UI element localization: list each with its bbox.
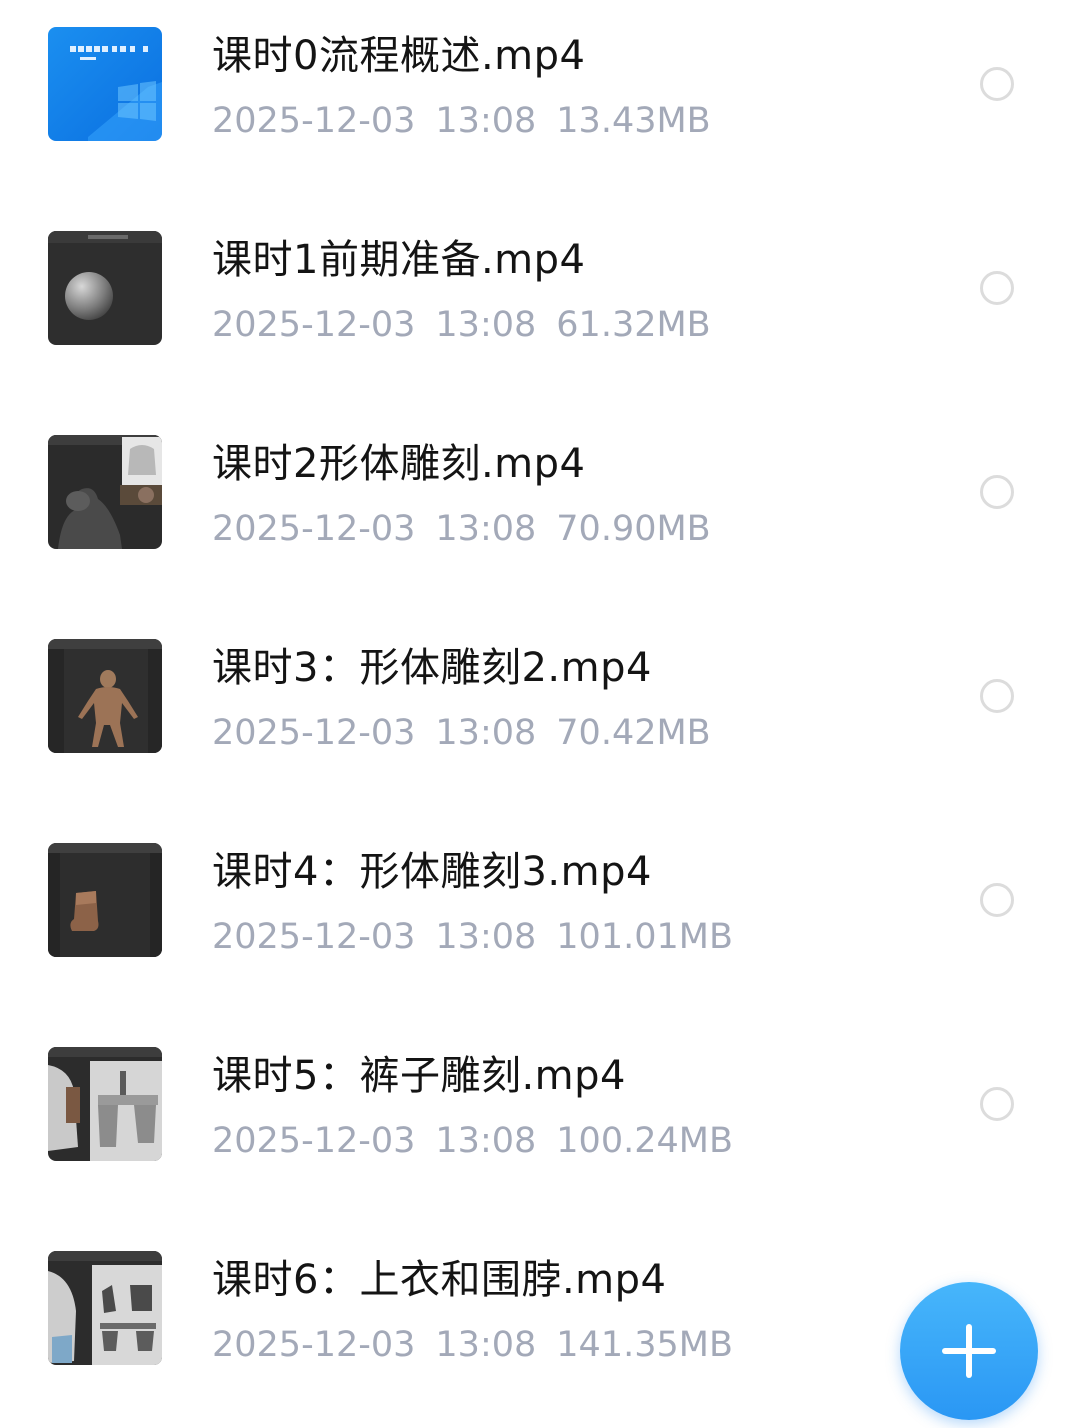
file-time: 13:08	[435, 1325, 537, 1365]
select-radio[interactable]	[980, 679, 1014, 713]
file-row[interactable]: 课时4：形体雕刻3.mp4 2025-12-03 13:08 101.01MB	[0, 816, 1077, 1020]
file-meta: 2025-12-03 13:08 100.24MB	[212, 1118, 753, 1164]
file-date: 2025-12-03	[212, 305, 416, 345]
file-meta: 2025-12-03 13:08 13.43MB	[212, 98, 731, 144]
video-thumbnail	[48, 1047, 162, 1161]
file-meta: 2025-12-03 13:08 70.90MB	[212, 506, 731, 552]
video-thumbnail	[48, 1251, 162, 1365]
file-meta: 2025-12-03 13:08 61.32MB	[212, 302, 731, 348]
file-date: 2025-12-03	[212, 1121, 416, 1161]
video-thumbnail	[48, 231, 162, 345]
file-name: 课时6：上衣和围脖.mp4	[212, 1257, 667, 1303]
file-date: 2025-12-03	[212, 101, 416, 141]
add-button[interactable]	[900, 1282, 1038, 1420]
select-radio[interactable]	[980, 1087, 1014, 1121]
file-row[interactable]: 课时1前期准备.mp4 2025-12-03 13:08 61.32MB	[0, 204, 1077, 408]
select-radio[interactable]	[980, 67, 1014, 101]
video-thumbnail	[48, 27, 162, 141]
file-list: 课时0流程概述.mp4 2025-12-03 13:08 13.43MB 课时1…	[0, 0, 1077, 1384]
file-time: 13:08	[435, 713, 537, 753]
file-size: 70.42MB	[556, 713, 711, 753]
video-thumbnail	[48, 435, 162, 549]
file-size: 101.01MB	[556, 917, 733, 957]
file-name: 课时2形体雕刻.mp4	[212, 441, 586, 487]
select-radio[interactable]	[980, 271, 1014, 305]
select-radio[interactable]	[980, 883, 1014, 917]
file-time: 13:08	[435, 1121, 537, 1161]
select-radio[interactable]	[980, 475, 1014, 509]
file-size: 61.32MB	[556, 305, 711, 345]
plus-icon	[942, 1324, 996, 1378]
file-name: 课时5：裤子雕刻.mp4	[212, 1053, 626, 1099]
file-name: 课时0流程概述.mp4	[212, 33, 586, 79]
file-row[interactable]: 课时3：形体雕刻2.mp4 2025-12-03 13:08 70.42MB	[0, 612, 1077, 816]
video-thumbnail	[48, 843, 162, 957]
file-size: 70.90MB	[556, 509, 711, 549]
file-time: 13:08	[435, 101, 537, 141]
file-size: 13.43MB	[556, 101, 711, 141]
file-size: 141.35MB	[556, 1325, 733, 1365]
file-name: 课时3：形体雕刻2.mp4	[212, 645, 652, 691]
file-size: 100.24MB	[556, 1121, 733, 1161]
file-time: 13:08	[435, 509, 537, 549]
file-name: 课时4：形体雕刻3.mp4	[212, 849, 652, 895]
file-meta: 2025-12-03 13:08 101.01MB	[212, 914, 753, 960]
file-meta: 2025-12-03 13:08 141.35MB	[212, 1322, 753, 1368]
file-date: 2025-12-03	[212, 713, 416, 753]
file-row[interactable]: 课时0流程概述.mp4 2025-12-03 13:08 13.43MB	[0, 0, 1077, 204]
file-name: 课时1前期准备.mp4	[212, 237, 586, 283]
file-row[interactable]: 课时2形体雕刻.mp4 2025-12-03 13:08 70.90MB	[0, 408, 1077, 612]
file-date: 2025-12-03	[212, 509, 416, 549]
file-date: 2025-12-03	[212, 917, 416, 957]
file-time: 13:08	[435, 305, 537, 345]
file-time: 13:08	[435, 917, 537, 957]
file-date: 2025-12-03	[212, 1325, 416, 1365]
video-thumbnail	[48, 639, 162, 753]
file-meta: 2025-12-03 13:08 70.42MB	[212, 710, 731, 756]
file-row[interactable]: 课时5：裤子雕刻.mp4 2025-12-03 13:08 100.24MB	[0, 1020, 1077, 1224]
